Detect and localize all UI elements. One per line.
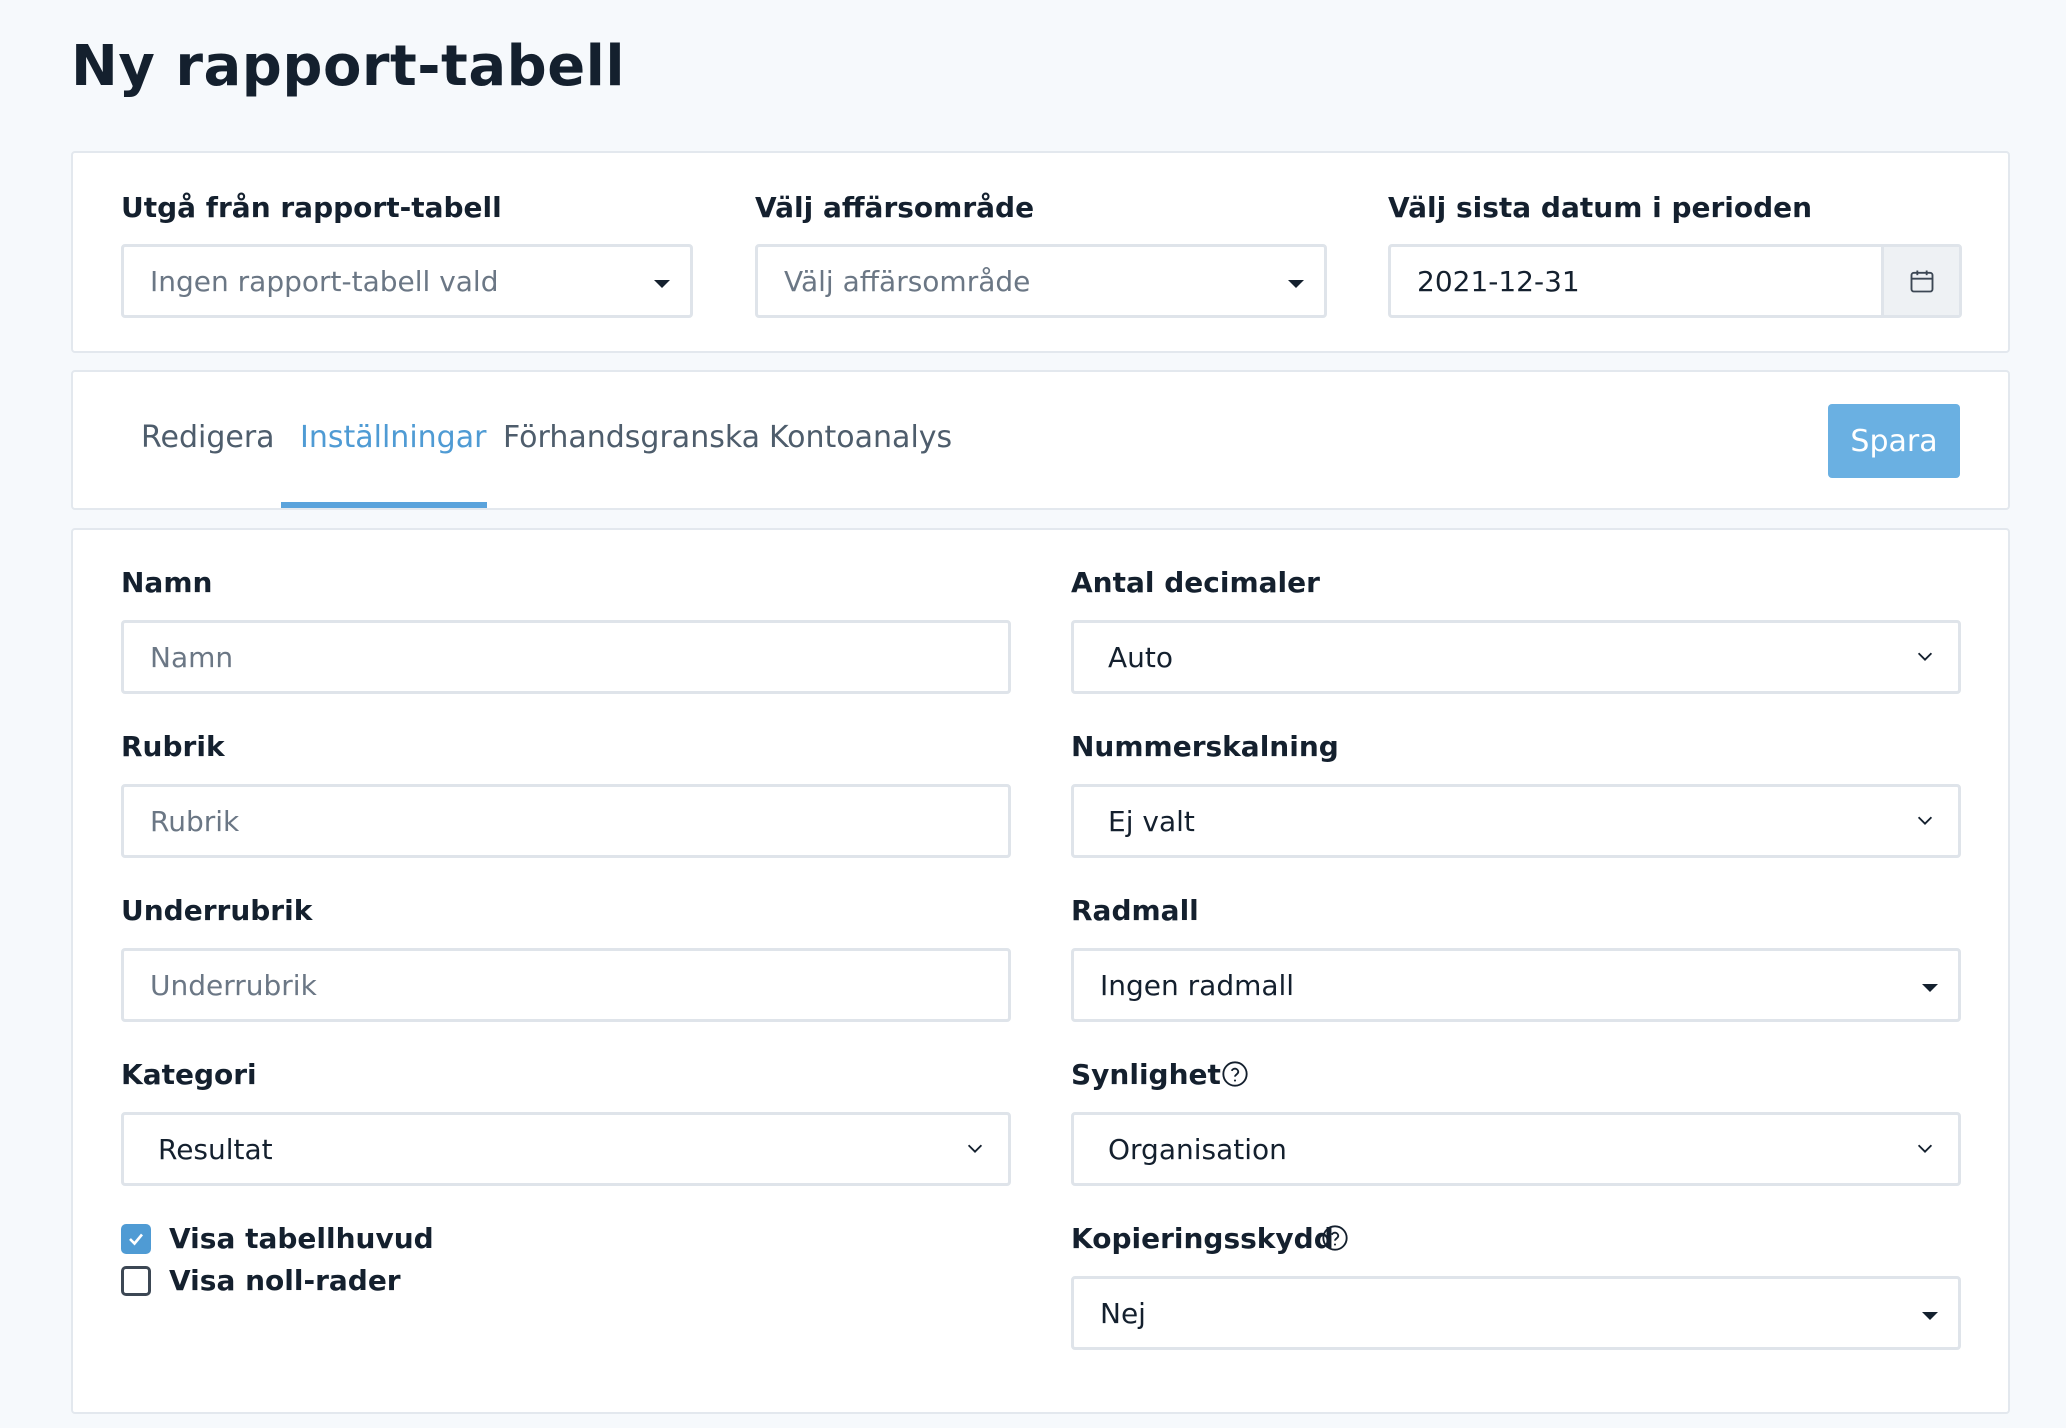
subheading-placeholder: Underrubrik [150, 968, 317, 1002]
source-table-select[interactable]: Ingen rapport-tabell vald [121, 244, 693, 318]
source-table-label: Utgå från rapport-tabell [121, 191, 502, 224]
report-source-card: Utgå från rapport-tabell Ingen rapport-t… [71, 151, 2010, 353]
checkmark-icon [129, 1233, 144, 1246]
show-zero-rows-checkbox[interactable] [121, 1266, 151, 1296]
category-label: Kategori [121, 1058, 257, 1091]
chevron-down-icon [1917, 652, 1933, 661]
tab-redigera[interactable]: Redigera [141, 420, 275, 455]
source-table-value: Ingen rapport-tabell vald [150, 264, 499, 298]
tabs-card: Redigera Inställningar Förhandsgranska K… [71, 370, 2010, 510]
category-select[interactable]: Resultat [121, 1112, 1011, 1186]
caret-down-icon [1922, 1312, 1938, 1320]
row-template-select[interactable]: Ingen radmall [1071, 948, 1961, 1022]
caret-down-icon [654, 280, 670, 288]
help-icon[interactable] [1221, 1060, 1249, 1088]
business-area-select[interactable]: Välj affärsområde [755, 244, 1327, 318]
help-icon[interactable] [1321, 1224, 1349, 1252]
row-template-label: Radmall [1071, 894, 1199, 927]
decimals-select[interactable]: Auto [1071, 620, 1961, 694]
calendar-button[interactable] [1881, 247, 1959, 315]
name-input[interactable]: Namn [121, 620, 1011, 694]
business-area-label: Välj affärsområde [755, 191, 1035, 224]
settings-form-card: Namn Namn Rubrik Rubrik Underrubrik Unde… [71, 528, 2010, 1414]
row-template-value: Ingen radmall [1100, 968, 1295, 1002]
caret-down-icon [1288, 280, 1304, 288]
show-header-checkbox[interactable] [121, 1224, 151, 1254]
show-zero-rows-label: Visa noll-rader [169, 1264, 401, 1297]
copy-protection-value: Nej [1100, 1296, 1146, 1330]
chevron-down-icon [967, 1144, 983, 1153]
period-end-label: Välj sista datum i perioden [1388, 191, 1813, 224]
decimals-value: Auto [1108, 640, 1174, 674]
tab-forhandsgranska[interactable]: Förhandsgranska [503, 420, 760, 455]
tab-installningar[interactable]: Inställningar [300, 420, 486, 455]
visibility-select[interactable]: Organisation [1071, 1112, 1961, 1186]
save-button[interactable]: Spara [1828, 404, 1960, 478]
name-placeholder: Namn [150, 640, 234, 674]
chevron-down-icon [1917, 1144, 1933, 1153]
heading-placeholder: Rubrik [150, 804, 240, 838]
copy-protection-label: Kopieringsskydd [1071, 1222, 1334, 1255]
decimals-label: Antal decimaler [1071, 566, 1320, 599]
heading-input[interactable]: Rubrik [121, 784, 1011, 858]
visibility-value: Organisation [1108, 1132, 1287, 1166]
period-end-value: 2021-12-31 [1417, 264, 1580, 298]
scaling-value: Ej valt [1108, 804, 1195, 838]
page-title: Ny rapport-tabell [71, 34, 626, 99]
heading-label: Rubrik [121, 730, 225, 763]
period-end-date-input[interactable]: 2021-12-31 [1388, 244, 1962, 318]
subheading-input[interactable]: Underrubrik [121, 948, 1011, 1022]
visibility-label: Synlighet [1071, 1058, 1221, 1091]
caret-down-icon [1922, 984, 1938, 992]
tab-kontoanalys[interactable]: Kontoanalys [769, 420, 952, 455]
copy-protection-select[interactable]: Nej [1071, 1276, 1961, 1350]
scaling-select[interactable]: Ej valt [1071, 784, 1961, 858]
active-tab-indicator [281, 502, 487, 508]
scaling-label: Nummerskalning [1071, 730, 1339, 763]
subheading-label: Underrubrik [121, 894, 313, 927]
business-area-value: Välj affärsområde [784, 264, 1031, 298]
show-header-label: Visa tabellhuvud [169, 1222, 434, 1255]
category-value: Resultat [158, 1132, 273, 1166]
name-label: Namn [121, 566, 213, 599]
calendar-icon [1910, 270, 1933, 293]
chevron-down-icon [1917, 816, 1933, 825]
